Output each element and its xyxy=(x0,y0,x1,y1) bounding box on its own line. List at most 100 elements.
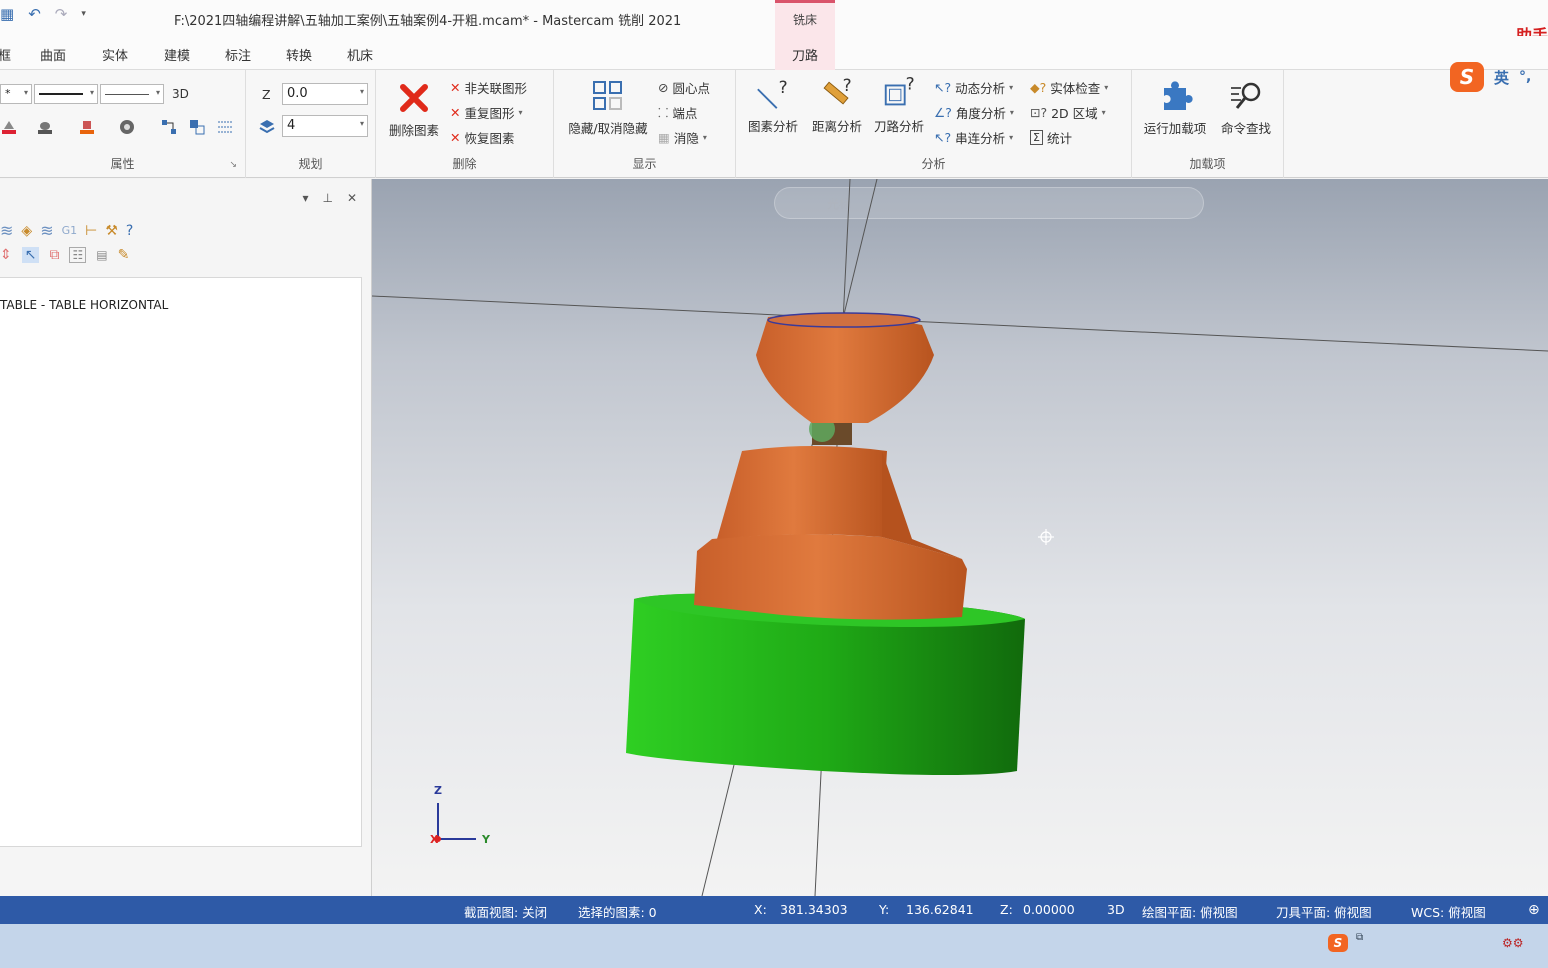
delete-entity-button[interactable]: 删除图素 xyxy=(384,80,444,139)
x-coord-value: 381.34303 xyxy=(780,902,848,917)
tab-wireframe[interactable]: 框 xyxy=(0,45,11,64)
axis-z-label: Z xyxy=(434,784,442,797)
clear-colors-icon[interactable] xyxy=(188,118,206,136)
non-assoc-button[interactable]: ✕ 非关联图形 xyxy=(450,78,527,97)
pin-icon[interactable]: ⊥ xyxy=(322,191,332,205)
graphics-viewport[interactable]: 光标 Z X Y xyxy=(372,179,1548,896)
section-view-status[interactable]: 截面视图: 关闭 xyxy=(464,902,547,921)
regenerate-icon[interactable]: ≋ xyxy=(40,221,53,240)
panel-toolbar-row-2: ⇕ ↖ ⧉ ☷ ▤ ✎ xyxy=(0,247,129,263)
angle-analysis-button[interactable]: ∠? 角度分析 ▾ xyxy=(934,103,1014,122)
selected-count-status: 选择的图素: 0 xyxy=(578,905,657,920)
line-attributes-icon[interactable] xyxy=(216,118,234,136)
tab-transform[interactable]: 转换 xyxy=(286,45,312,64)
hide-unhide-icon xyxy=(593,81,622,110)
hide-unhide-button[interactable]: 隐藏/取消隐藏 xyxy=(560,78,656,137)
toolpath-analysis-button[interactable]: ? 刀路分析 xyxy=(868,76,930,135)
z-depth-value: 0.0 xyxy=(287,86,308,101)
dynamic-analysis-icon: ↖? xyxy=(934,80,952,95)
sogou-tray-icon[interactable]: S xyxy=(1328,934,1348,952)
chevron-down-icon: ▾ xyxy=(702,133,707,142)
run-addin-button[interactable]: 运行加载项 xyxy=(1138,78,1212,137)
part-top-funnel xyxy=(756,314,934,423)
group-addins: 运行加载项 命令查找 加载项 xyxy=(1132,70,1284,178)
sogou-logo-icon: S xyxy=(1450,62,1484,92)
undo-icon[interactable]: ↶ xyxy=(28,5,41,23)
tray-window-icon[interactable]: ⧉ xyxy=(1356,932,1363,943)
line-style-select[interactable]: ▾ xyxy=(34,84,98,104)
close-icon[interactable]: ✕ xyxy=(347,191,357,205)
point-style-select[interactable]: * ▾ xyxy=(0,84,32,104)
select-all-ops-icon[interactable]: ≋ xyxy=(0,221,13,240)
tree-item-machine[interactable]: TABLE - TABLE HORIZONTAL xyxy=(0,298,168,312)
redo-icon[interactable]: ↷ xyxy=(55,5,68,23)
solid-check-button[interactable]: ◆? 实体检查 ▾ xyxy=(1030,78,1108,97)
globe-icon[interactable]: ⊕ xyxy=(1528,902,1540,918)
select-failed-ops-icon[interactable]: ◈ xyxy=(21,223,32,239)
entity-analysis-button[interactable]: ? 图素分析 xyxy=(742,76,804,135)
ime-indicator[interactable]: S 英 °, xyxy=(1450,62,1531,92)
distance-analysis-button[interactable]: ? 距离分析 xyxy=(806,76,868,135)
lock-icon[interactable]: ▤ xyxy=(96,248,107,262)
tab-solids[interactable]: 实体 xyxy=(102,45,128,64)
chain-analysis-button[interactable]: ↖? 串连分析 ▾ xyxy=(934,128,1013,147)
fill-color-icon[interactable] xyxy=(0,118,18,136)
folder-icon[interactable]: ▦ xyxy=(0,5,14,23)
post-icon[interactable]: ⊢ xyxy=(85,223,97,239)
help-icon[interactable]: ? xyxy=(126,223,133,239)
duplicate-button[interactable]: ✕ 重复图形 ▾ xyxy=(450,103,523,122)
material-icon[interactable] xyxy=(118,118,136,136)
command-finder-button[interactable]: 命令查找 xyxy=(1214,78,1278,137)
z-depth-field[interactable]: 0.0 ▾ xyxy=(282,83,368,105)
context-group-label: 铣床 xyxy=(775,0,835,36)
restore-entity-button[interactable]: ✕ 恢复图素 xyxy=(450,128,515,147)
endpoint-button[interactable]: ⸬ 端点 xyxy=(658,103,697,122)
center-point-button[interactable]: ⊘ 圆心点 xyxy=(658,78,710,97)
area-2d-button[interactable]: ⊡? 2D 区域 ▾ xyxy=(1030,103,1106,122)
z-coord-value: 0.00000 xyxy=(1023,902,1075,917)
area-2d-label: 2D 区域 xyxy=(1051,106,1098,121)
delete-x-icon xyxy=(400,84,428,112)
center-point-label: 圆心点 xyxy=(672,81,710,96)
copy-icon[interactable]: ⧉ xyxy=(49,247,59,263)
dynamic-analysis-button[interactable]: ↖? 动态分析 ▾ xyxy=(934,78,1013,97)
surface-color-icon[interactable] xyxy=(78,118,96,136)
axis-y-label: Y xyxy=(482,833,490,846)
tab-model-prep[interactable]: 建模 xyxy=(164,45,190,64)
group-display-label: 显示 xyxy=(632,157,657,171)
toggle-display-icon[interactable]: ↖ xyxy=(21,247,40,263)
delete-small-icon: ✕ xyxy=(450,80,461,95)
group-attributes-label: 属性 xyxy=(110,157,135,171)
ime-punct: °, xyxy=(1519,69,1532,85)
paint-icon[interactable]: ✎ xyxy=(118,247,130,263)
level-field[interactable]: 4 ▾ xyxy=(282,115,368,137)
panel-menu-icon[interactable]: ▾ xyxy=(302,191,308,205)
blank-button[interactable]: ▦ 消隐 ▾ xyxy=(658,128,707,147)
wcs-status[interactable]: WCS: 俯视图 xyxy=(1411,902,1486,921)
group-analyze-label: 分析 xyxy=(921,157,946,171)
tab-toolpaths[interactable]: 刀路 xyxy=(775,36,835,70)
statistics-button[interactable]: Σ 统计 xyxy=(1030,128,1072,147)
ruler-icon: ? xyxy=(823,76,852,105)
panel-toolbar-row-1: ≋ ◈ ≋ G1 ⊢ ⚒ ? xyxy=(0,221,133,240)
dialog-launcher-icon[interactable]: ↘ xyxy=(229,160,237,170)
highfeed-icon[interactable]: ⚒ xyxy=(105,223,118,239)
tab-surfaces[interactable]: 曲面 xyxy=(40,45,66,64)
quick-access-toolbar: ▦ ↶ ↷ ▾ xyxy=(0,5,86,23)
solid-color-icon[interactable] xyxy=(36,118,54,136)
customize-qat-icon[interactable]: ▾ xyxy=(81,9,86,19)
run-addin-label: 运行加载项 xyxy=(1143,121,1207,136)
g1-icon[interactable]: G1 xyxy=(62,224,78,237)
mode-3d-status[interactable]: 3D xyxy=(1107,902,1125,917)
set-attributes-icon[interactable] xyxy=(160,118,178,136)
tab-machine[interactable]: 机床 xyxy=(347,45,373,64)
views-icon[interactable]: ☷ xyxy=(69,247,87,263)
gplane-status[interactable]: 绘图平面: 俯视图 xyxy=(1142,902,1238,921)
mode-3d-label[interactable]: 3D xyxy=(172,87,189,101)
tab-drafting[interactable]: 标注 xyxy=(225,45,251,64)
tplane-status[interactable]: 刀具平面: 俯视图 xyxy=(1276,902,1372,921)
tray-app-icon[interactable]: ⚙⚙ xyxy=(1502,936,1524,950)
line-width-select[interactable]: ▾ xyxy=(100,84,164,104)
move-insert-icon[interactable]: ⇕ xyxy=(0,247,12,263)
endpoint-icon: ⸬ xyxy=(658,105,669,120)
